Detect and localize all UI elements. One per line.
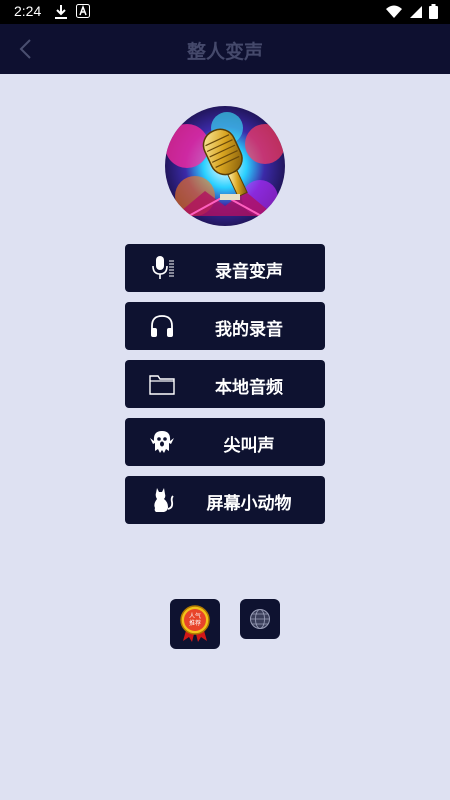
app-notification-icon — [76, 4, 90, 18]
page-title: 整人变声 — [186, 41, 263, 63]
globe-icon — [250, 609, 270, 629]
my-recordings-button[interactable]: 我的录音 — [125, 302, 325, 350]
menu-label: 尖叫声 — [223, 436, 275, 456]
folder-icon — [149, 375, 175, 395]
badge-text-line2: 推荐 — [189, 619, 201, 627]
ghost-icon — [150, 431, 174, 453]
microphone-icon — [152, 256, 174, 279]
app-bar: 整人变声 — [0, 24, 450, 74]
screen-pets-button[interactable]: 屏幕小动物 — [125, 476, 325, 524]
microphone-logo-image — [165, 106, 285, 226]
local-audio-button[interactable]: 本地音频 — [125, 360, 325, 408]
status-time: 2:24 — [14, 3, 42, 19]
menu-label: 录音变声 — [215, 262, 283, 282]
battery-icon — [429, 4, 438, 19]
signal-icon — [410, 5, 422, 18]
award-badge-icon: 人气 推荐 — [180, 605, 210, 642]
record-voice-change-button[interactable]: 录音变声 — [125, 244, 325, 292]
status-bar: 2:24 — [0, 0, 450, 24]
menu-label: 我的录音 — [215, 320, 283, 340]
headphones-icon — [151, 315, 173, 337]
menu-label: 本地音频 — [215, 378, 283, 398]
scream-button[interactable]: 尖叫声 — [125, 418, 325, 466]
popular-recommend-button[interactable]: 人气 推荐 — [170, 599, 220, 649]
badge-text-line1: 人气 — [189, 612, 201, 620]
wifi-icon — [386, 5, 402, 18]
cat-icon — [154, 488, 174, 512]
globe-button[interactable] — [240, 599, 280, 639]
menu-label: 屏幕小动物 — [206, 494, 292, 514]
download-icon — [55, 5, 67, 19]
